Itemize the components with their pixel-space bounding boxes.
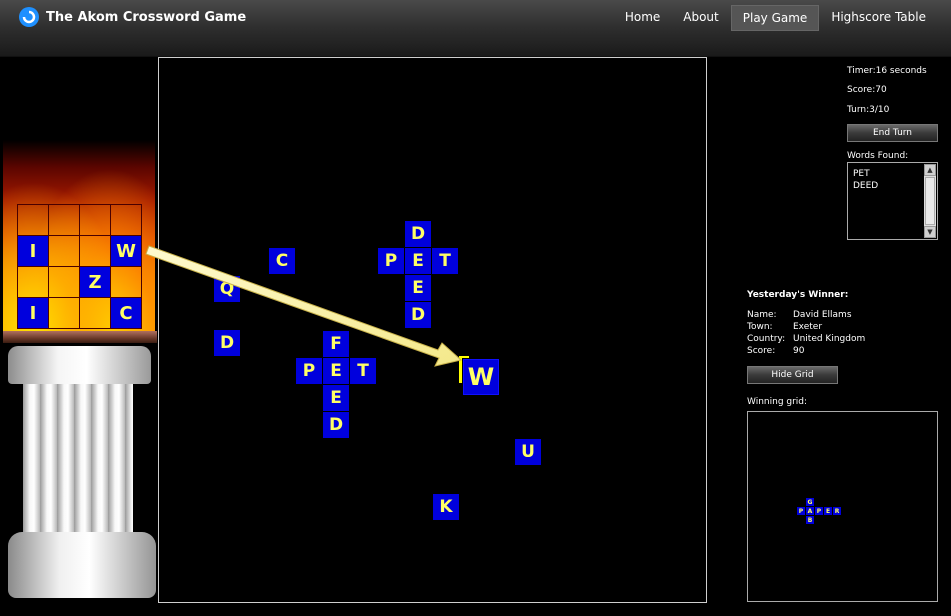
end-turn-button[interactable]: End Turn [847, 124, 938, 142]
timer-display: Timer:16 seconds [847, 66, 927, 76]
app-header: The Akom Crossword Game Home About Play … [0, 0, 951, 57]
nav-highscore-table[interactable]: Highscore Table [820, 5, 937, 29]
turn-label: Turn: [847, 105, 870, 115]
winner-country-label: Country: [747, 334, 786, 344]
winner-town-label: Town: [747, 322, 773, 332]
pillar-top-slab [3, 331, 157, 343]
drop-cursor-top [459, 356, 469, 358]
placed-tile[interactable]: W [463, 359, 499, 395]
board-tile[interactable]: E [323, 358, 349, 384]
winning-grid-tile: P [815, 507, 823, 515]
rack-cell [49, 298, 80, 329]
board-tile[interactable]: D [214, 330, 240, 356]
rack-tile[interactable]: Z [80, 267, 111, 298]
nav-play-game[interactable]: Play Game [730, 5, 820, 31]
scroll-down-icon[interactable]: ▼ [924, 226, 936, 238]
board-tile[interactable]: E [405, 275, 431, 301]
winning-grid-tile: A [806, 507, 814, 515]
rack-cell [49, 267, 80, 298]
winning-grid-label: Winning grid: [747, 397, 808, 407]
rack-tile[interactable]: C [111, 298, 142, 329]
board-tile[interactable]: T [432, 248, 458, 274]
board-tile[interactable]: P [296, 358, 322, 384]
board-tile[interactable]: U [515, 439, 541, 465]
board-tile[interactable]: E [323, 385, 349, 411]
board-tile[interactable]: D [405, 302, 431, 328]
words-found-list[interactable]: PET DEED ▲ ▼ [847, 162, 938, 240]
scroll-up-icon[interactable]: ▲ [924, 164, 936, 176]
board-tile[interactable]: D [405, 221, 431, 247]
timer-label: Timer: [847, 66, 876, 76]
nav-home[interactable]: Home [614, 5, 671, 29]
rack-cell [80, 298, 111, 329]
winner-country-value: United Kingdom [793, 334, 866, 344]
winning-grid-tile: E [824, 507, 832, 515]
pillar-shaft [23, 384, 133, 534]
board-tile[interactable]: T [350, 358, 376, 384]
winning-grid-tile: B [806, 516, 814, 524]
rack-cell [111, 205, 142, 236]
score-label: Score: [847, 85, 876, 95]
turn-value: 3/10 [869, 105, 890, 115]
pillar-capital [8, 346, 151, 384]
akom-logo-icon [19, 7, 39, 27]
winning-grid-tile: G [806, 498, 814, 506]
rack-cell [49, 236, 80, 267]
main-nav: Home About Play Game Highscore Table [613, 5, 937, 31]
hide-grid-button[interactable]: Hide Grid [747, 366, 838, 384]
letter-rack: I W Z I C [17, 204, 142, 329]
winning-grid-tile: R [833, 507, 841, 515]
drop-cursor-bar [459, 356, 462, 383]
words-found-label: Words Found: [847, 151, 909, 161]
board-tile[interactable]: E [405, 248, 431, 274]
rack-cell [111, 267, 142, 298]
winning-grid-tile: P [797, 507, 805, 515]
board-tile[interactable]: C [269, 248, 295, 274]
app-title: The Akom Crossword Game [46, 10, 247, 25]
board-tile[interactable]: K [433, 494, 459, 520]
winner-name-label: Name: [747, 310, 777, 320]
winner-score-label: Score: [747, 346, 776, 356]
rack-cell [80, 236, 111, 267]
rack-tile[interactable]: I [18, 298, 49, 329]
winner-title: Yesterday's Winner: [747, 290, 849, 300]
score-value: 70 [875, 85, 887, 95]
game-board[interactable]: C Q D D P E T E D F P E T E D U K W [158, 57, 707, 603]
winner-score-value: 90 [793, 346, 805, 356]
timer-value: 16 seconds [875, 66, 927, 76]
board-tile[interactable]: D [323, 412, 349, 438]
board-tile[interactable]: F [323, 331, 349, 357]
board-tile[interactable]: Q [214, 276, 240, 302]
winning-grid: G P A P E R B [747, 411, 938, 602]
winner-name-value: David Ellams [793, 310, 852, 320]
scroll-thumb[interactable] [925, 177, 935, 225]
rack-cell [18, 267, 49, 298]
turn-display: Turn:3/10 [847, 105, 889, 115]
rack-tile[interactable]: I [18, 236, 49, 267]
board-tile[interactable]: P [378, 248, 404, 274]
rack-cell [80, 205, 111, 236]
nav-about[interactable]: About [672, 5, 729, 29]
words-scrollbar[interactable]: ▲ ▼ [924, 164, 936, 238]
rack-cell [18, 205, 49, 236]
winner-town-value: Exeter [793, 322, 823, 332]
pillar-base [8, 532, 156, 598]
score-display: Score:70 [847, 85, 887, 95]
rack-tile[interactable]: W [111, 236, 142, 267]
rack-cell [49, 205, 80, 236]
